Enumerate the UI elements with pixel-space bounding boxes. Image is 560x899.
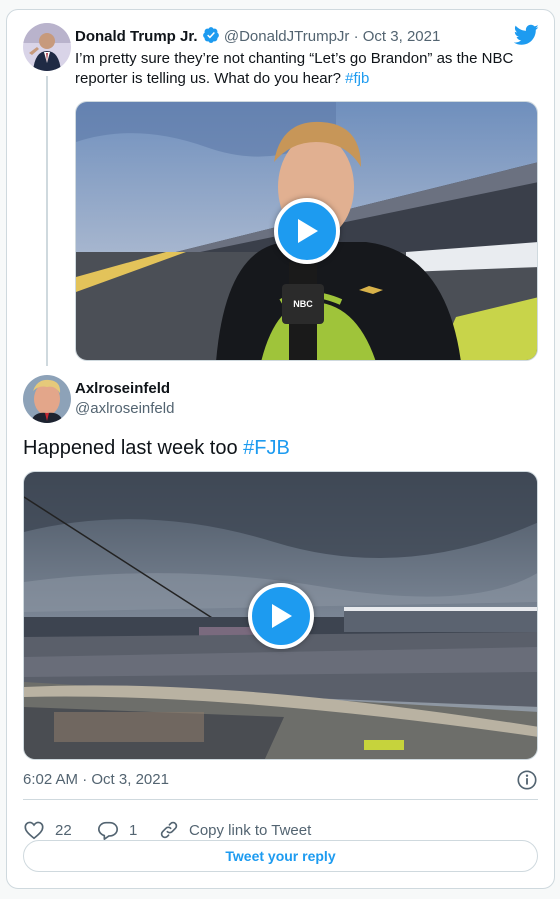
thread-connector-line	[46, 76, 48, 366]
heart-icon	[24, 821, 44, 840]
reply-text: Happened last week too	[23, 437, 238, 459]
quoted-header: Donald Trump Jr. @DonaldJTrumpJr · Oct 3…	[75, 26, 440, 50]
tweet-time: 6:02 AM	[23, 771, 79, 788]
reply-button-label: Tweet your reply	[225, 848, 336, 864]
tweet-embed-card: Donald Trump Jr. @DonaldJTrumpJr · Oct 3…	[6, 9, 555, 889]
quoted-text: I’m pretty sure they’re not chanting “Le…	[75, 50, 514, 87]
header-separator: ·	[353, 28, 359, 45]
reply-video[interactable]	[23, 471, 538, 760]
quoted-author-name[interactable]: Donald Trump Jr.	[75, 28, 198, 45]
svg-text:NBC: NBC	[293, 299, 313, 309]
tweet-your-reply-button[interactable]: Tweet your reply	[23, 840, 538, 872]
quoted-author-avatar[interactable]	[23, 23, 71, 71]
like-action[interactable]: 22	[23, 818, 72, 842]
play-icon[interactable]	[248, 583, 314, 649]
copy-link-action[interactable]: Copy link to Tweet	[159, 818, 311, 842]
quoted-author-handle[interactable]: @DonaldJTrumpJr	[224, 28, 350, 45]
reply-count: 1	[129, 821, 138, 839]
twitter-bird-icon[interactable]	[513, 24, 539, 51]
timestamp-separator: ·	[82, 771, 88, 788]
info-icon[interactable]	[516, 769, 538, 796]
quoted-date[interactable]: Oct 3, 2021	[363, 28, 441, 45]
reply-author-avatar[interactable]	[23, 375, 71, 423]
verified-badge-icon	[202, 26, 220, 50]
reply-author-name[interactable]: Axlroseinfeld	[75, 379, 170, 399]
reply-bubble-icon	[98, 821, 118, 840]
tweet-timestamp[interactable]: 6:02 AM · Oct 3, 2021	[23, 770, 169, 790]
link-icon	[160, 821, 178, 839]
reply-hashtag-link[interactable]: #FJB	[243, 437, 290, 459]
divider	[23, 799, 538, 800]
quoted-video[interactable]: NBC	[75, 101, 538, 361]
reply-author-handle[interactable]: @axlroseinfeld	[75, 399, 174, 419]
quoted-tweet-text: I’m pretty sure they’re not chanting “Le…	[75, 49, 525, 89]
tweet-date: Oct 3, 2021	[91, 771, 169, 788]
play-icon[interactable]	[274, 198, 340, 264]
reply-action[interactable]: 1	[97, 818, 137, 842]
reply-tweet-text: Happened last week too #FJB	[23, 435, 290, 461]
copy-link-label: Copy link to Tweet	[189, 821, 312, 839]
like-count: 22	[55, 821, 72, 839]
quoted-hashtag-link[interactable]: #fjb	[345, 70, 369, 87]
